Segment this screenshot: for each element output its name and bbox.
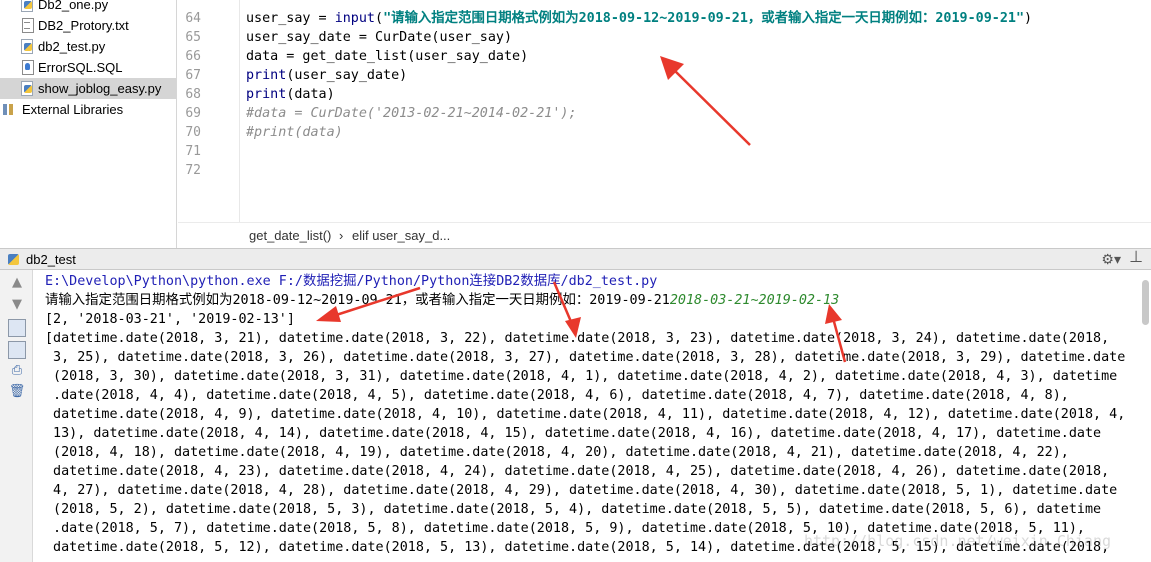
tree-item-show-joblog-easy[interactable]: show_joblog_easy.py xyxy=(0,78,176,99)
tree-item-label: Db2_one.py xyxy=(38,0,109,12)
python-run-icon xyxy=(8,254,20,266)
run-tab-title[interactable]: db2_test xyxy=(26,251,76,269)
code-token: user_say = xyxy=(246,11,335,26)
project-tree: Db2_one.py DB2_Protory.txt db2_test.py E… xyxy=(0,0,177,248)
gear-icon[interactable]: ⚙▾ xyxy=(1101,250,1121,268)
console-result-list: [2, '2018-03-21', '2019-02-13'] xyxy=(45,312,295,327)
console-output-line: (2018, 4, 18), datetime.date(2018, 4, 19… xyxy=(45,445,1069,460)
tree-item-external-libraries[interactable]: External Libraries xyxy=(2,99,123,120)
console-prompt-line: 请输入指定范围日期格式例如为2018-09-12~2019-09-21，或者输入… xyxy=(45,291,839,310)
tree-item-label: External Libraries xyxy=(22,102,124,117)
scroll-thumb[interactable] xyxy=(1142,280,1149,325)
sql-file-icon xyxy=(20,60,34,75)
console-output-line: 13), datetime.date(2018, 4, 14), datetim… xyxy=(45,426,1102,441)
code-keyword: input xyxy=(334,11,375,26)
code-line-65[interactable]: user_say_date = CurDate(user_say) xyxy=(246,28,512,47)
print-icon[interactable]: ⎙ xyxy=(8,362,26,380)
soft-wrap-icon[interactable] xyxy=(8,319,26,337)
code-line-69[interactable]: #data = CurDate('2013-02-21~2014-02-21')… xyxy=(246,104,577,123)
code-keyword: print xyxy=(246,87,287,102)
line-number: 70 xyxy=(185,125,201,140)
line-number: 67 xyxy=(185,68,201,83)
tree-item-db2-test[interactable]: db2_test.py xyxy=(20,36,105,57)
tree-item-errorsql[interactable]: ErrorSQL.SQL xyxy=(20,57,123,78)
console-output-line: 3, 25), datetime.date(2018, 3, 26), date… xyxy=(45,350,1125,365)
scroll-down-arrow-icon[interactable]: ▼ xyxy=(8,296,26,314)
python-file-icon xyxy=(20,81,34,96)
code-string: "请输入指定范围日期格式例如为2018-09-12~2019-09-21，或者输… xyxy=(383,11,1025,26)
console-output-line: (2018, 5, 2), datetime.date(2018, 5, 3),… xyxy=(45,502,1102,517)
line-number: 64 xyxy=(185,11,201,26)
tree-item-label: DB2_Protory.txt xyxy=(38,18,129,33)
code-editor[interactable]: 64 65 66 67 68 69 70 71 72 user_say = in… xyxy=(178,0,1151,249)
line-number: 71 xyxy=(185,144,201,159)
line-number: 69 xyxy=(185,106,201,121)
console-output-line: [datetime.date(2018, 3, 21), datetime.da… xyxy=(45,331,1110,346)
console-output-line: (2018, 3, 30), datetime.date(2018, 3, 31… xyxy=(45,369,1118,384)
text-file-icon xyxy=(20,18,34,33)
tree-item-label: ErrorSQL.SQL xyxy=(38,60,123,75)
tree-item-db2-one[interactable]: Db2_one.py xyxy=(20,0,108,15)
scroll-up-arrow-icon[interactable]: ▲ xyxy=(8,274,26,292)
line-number: 66 xyxy=(185,49,201,64)
code-keyword: print xyxy=(246,68,287,83)
breadcrumb: get_date_list() › elif user_say_d... xyxy=(178,222,1151,249)
tree-item-label: show_joblog_easy.py xyxy=(38,81,162,96)
minimize-icon[interactable]: ⊥ xyxy=(1129,249,1143,267)
line-number: 72 xyxy=(185,163,201,178)
code-line-70[interactable]: #print(data) xyxy=(246,123,343,142)
scroll-to-end-icon[interactable] xyxy=(8,341,26,359)
console-output-line: .date(2018, 4, 4), datetime.date(2018, 4… xyxy=(45,388,1069,403)
tree-item-db2-protory[interactable]: DB2_Protory.txt xyxy=(20,15,129,36)
python-file-icon xyxy=(20,39,34,54)
code-line-64[interactable]: user_say = input("请输入指定范围日期格式例如为2018-09-… xyxy=(246,9,1032,28)
code-line-68[interactable]: print(data) xyxy=(246,85,335,104)
console-command-line: E:\Develop\Python\python.exe F:/数据挖掘/Pyt… xyxy=(45,274,658,289)
breadcrumb-branch[interactable]: elif user_say_d... xyxy=(352,223,450,249)
python-file-icon xyxy=(20,0,34,12)
console-scrollbar[interactable] xyxy=(1125,270,1151,562)
console-user-input: 2018-03-21~2019-02-13 xyxy=(669,293,840,308)
line-number: 65 xyxy=(185,30,201,45)
run-panel-header: db2_test ⚙▾ ⊥ xyxy=(0,248,1151,270)
line-number: 68 xyxy=(185,87,201,102)
code-token: ) xyxy=(1024,11,1033,26)
library-icon xyxy=(2,102,18,117)
console-output-line: datetime.date(2018, 4, 9), datetime.date… xyxy=(45,407,1125,422)
code-token: (data) xyxy=(286,87,335,102)
console-output-line: datetime.date(2018, 4, 23), datetime.dat… xyxy=(45,464,1110,479)
console-prompt: 请输入指定范围日期格式例如为2018-09-12~2019-09-21，或者输入… xyxy=(45,293,670,308)
code-token: ( xyxy=(375,11,384,26)
breadcrumb-separator: › xyxy=(339,228,344,243)
breadcrumb-function[interactable]: get_date_list() xyxy=(249,223,331,249)
trash-icon[interactable]: 🗑 xyxy=(8,383,26,401)
code-line-66[interactable]: data = get_date_list(user_say_date) xyxy=(246,47,528,66)
watermark: http://blog.csdn.net/weixin_Chiang xyxy=(803,532,1111,550)
code-token: (user_say_date) xyxy=(286,68,408,83)
run-toolbar: ▲ ▼ ⎙ 🗑 xyxy=(0,270,33,562)
run-console[interactable]: E:\Develop\Python\python.exe F:/数据挖掘/Pyt… xyxy=(33,270,1125,562)
code-line-67[interactable]: print(user_say_date) xyxy=(246,66,407,85)
line-number-gutter: 64 65 66 67 68 69 70 71 72 xyxy=(178,0,240,222)
tree-item-label: db2_test.py xyxy=(38,39,106,54)
console-output-line: 4, 27), datetime.date(2018, 4, 28), date… xyxy=(45,483,1118,498)
